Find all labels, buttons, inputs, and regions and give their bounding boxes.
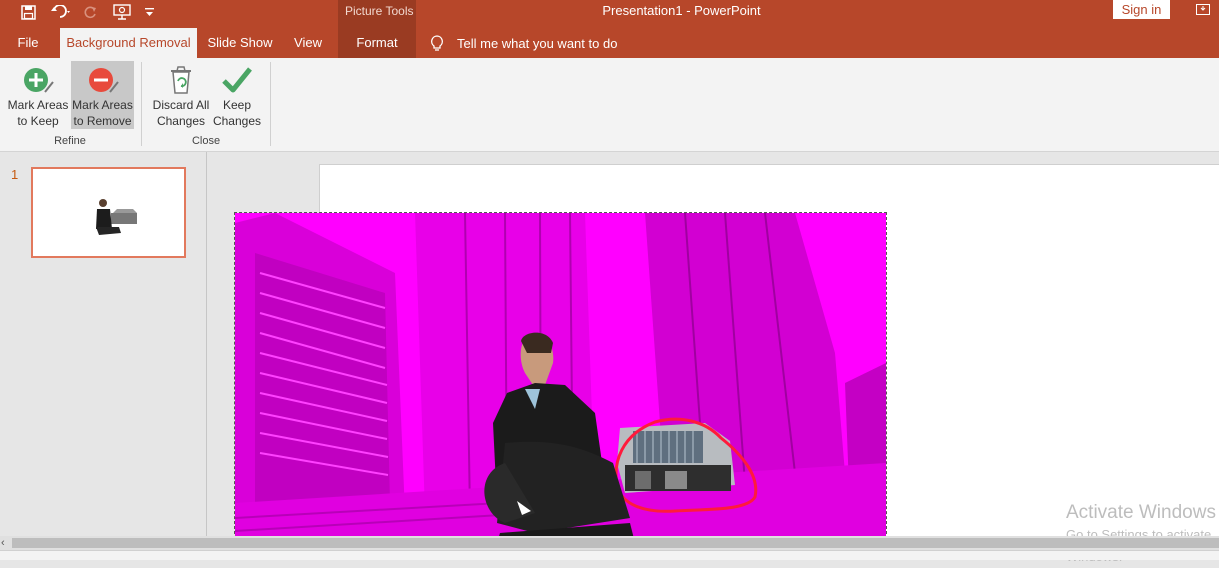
tab-slide-show[interactable]: Slide Show	[205, 28, 275, 58]
scroll-left-icon[interactable]: ‹	[1, 536, 5, 550]
sign-in-button[interactable]: Sign in	[1113, 0, 1170, 19]
mark-remove-icon	[88, 68, 119, 93]
title-bar: Picture Tools Presentation1 - PowerPoint…	[0, 0, 1219, 28]
mark-areas-to-remove-button[interactable]: Mark Areas to Remove	[71, 61, 134, 129]
thumbnail-image	[96, 199, 137, 235]
keep-line1: Keep	[222, 98, 252, 112]
mark-areas-to-keep-button[interactable]: Mark Areas to Keep	[6, 61, 70, 129]
tell-me-text: Tell me what you want to do	[457, 35, 618, 51]
group-label-close: Close	[191, 135, 221, 147]
keep-changes-button[interactable]: Keep Changes	[212, 61, 262, 129]
mark-remove-line2: to Remove	[73, 114, 132, 128]
recycle-bin-icon	[171, 66, 191, 94]
tab-format[interactable]: Format	[338, 28, 416, 58]
horizontal-scrollbar[interactable]: ‹	[0, 536, 1219, 550]
tab-view[interactable]: View	[286, 28, 330, 58]
mark-keep-line2: to Keep	[17, 114, 59, 128]
discard-line1: Discard All	[152, 98, 210, 112]
tell-me-box[interactable]: Tell me what you want to do	[429, 28, 617, 58]
group-separator	[141, 62, 142, 146]
keep-line2: Changes	[212, 114, 262, 128]
lightbulb-icon	[431, 34, 443, 51]
ribbon-display-options-icon[interactable]	[1196, 2, 1210, 15]
slide-thumbnail-1[interactable]	[31, 167, 186, 258]
mark-keep-line1: Mark Areas	[7, 98, 69, 112]
mark-keep-icon	[24, 68, 54, 93]
discard-line2: Changes	[156, 114, 206, 128]
window-title: Presentation1 - PowerPoint	[602, 3, 761, 18]
group-separator	[270, 62, 271, 146]
slide-number: 1	[11, 167, 19, 182]
tab-file[interactable]: File	[7, 28, 49, 58]
picture-background-removal[interactable]	[234, 212, 887, 544]
checkmark-icon	[222, 67, 252, 93]
tab-background-removal[interactable]: Background Removal	[60, 28, 197, 58]
discard-all-changes-button[interactable]: Discard All Changes	[150, 61, 212, 129]
group-label-refine: Refine	[54, 135, 86, 147]
photo-illustration	[235, 213, 886, 543]
mark-remove-line1: Mark Areas	[72, 98, 133, 112]
watermark-title: Activate Windows	[1066, 502, 1216, 523]
ribbon: Mark Areas to Keep Mark Areas to Remove …	[0, 58, 1219, 152]
scrollbar-thumb[interactable]	[12, 538, 1219, 548]
slide-thumbnail-pane: 1	[0, 152, 207, 536]
